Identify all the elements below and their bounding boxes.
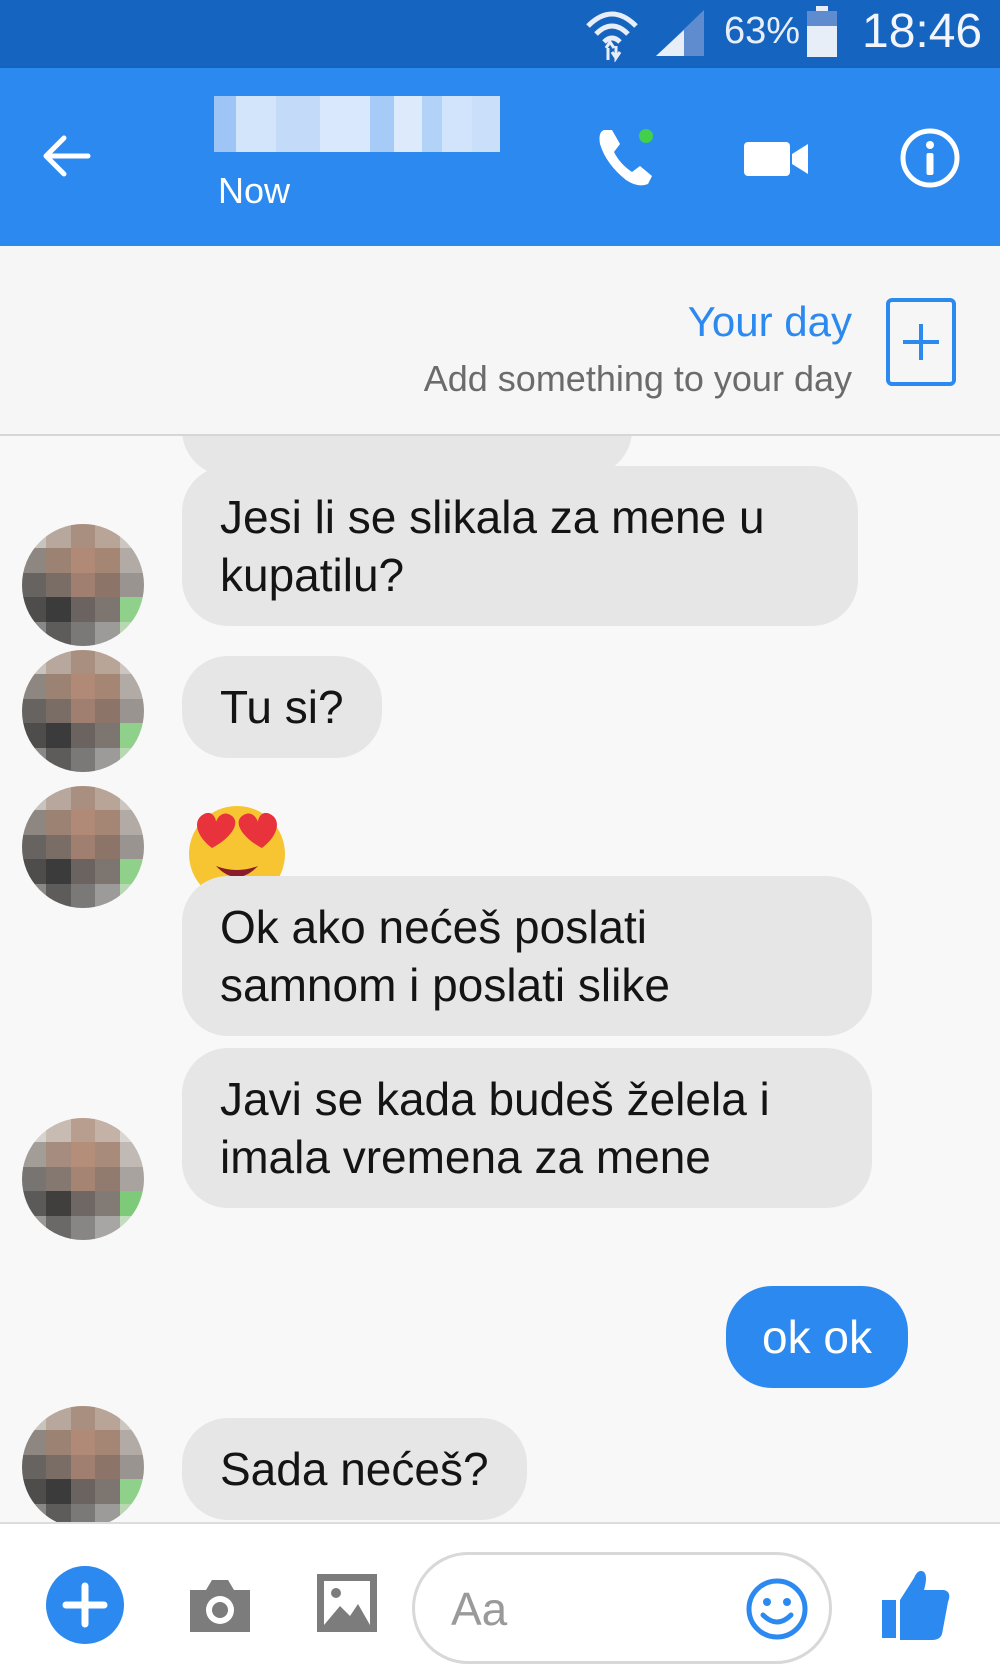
message-composer (0, 1522, 1000, 1679)
avatar[interactable] (22, 650, 144, 772)
video-camera-icon[interactable] (740, 120, 816, 196)
message-bubble[interactable]: Javi se kada budeš želela i imala vremen… (182, 1048, 872, 1208)
message-bubble[interactable]: Ok ako nećeš poslati samnom i poslati sl… (182, 876, 872, 1036)
plus-icon (903, 324, 939, 360)
emoji-icon[interactable] (743, 1575, 811, 1643)
message-input[interactable] (451, 1577, 751, 1641)
signal-icon (656, 10, 704, 56)
message-list[interactable]: Jesi li se slikala za mene u kupatilu? T… (0, 436, 1000, 1522)
battery-icon (807, 6, 837, 57)
contact-name-pixelated[interactable] (214, 96, 500, 152)
add-story-button[interactable] (886, 298, 956, 386)
more-actions-button[interactable] (46, 1566, 124, 1644)
message-bubble[interactable]: Sada nećeš? (182, 1418, 527, 1520)
back-arrow-icon[interactable] (36, 126, 96, 186)
clock: 18:46 (862, 5, 983, 58)
thumbs-up-icon[interactable] (880, 1564, 952, 1644)
gallery-icon[interactable] (314, 1568, 380, 1638)
avatar[interactable] (22, 524, 144, 646)
avatar[interactable] (22, 1118, 144, 1240)
camera-icon[interactable] (184, 1570, 256, 1638)
avatar[interactable] (22, 1406, 144, 1522)
your-day-banner[interactable]: Your day Add something to your day (0, 246, 1000, 436)
status-bar: 63% 18:46 (0, 0, 1000, 68)
conversation-header: Now (0, 68, 1000, 246)
battery-percentage: 63% (724, 10, 801, 52)
message-bubble[interactable]: Tu si? (182, 656, 382, 758)
plus-icon (62, 1582, 108, 1628)
avatar[interactable] (22, 786, 144, 908)
your-day-subtitle: Add something to your day (423, 358, 852, 399)
info-icon[interactable] (892, 120, 968, 196)
message-input-container[interactable] (412, 1552, 832, 1664)
message-bubble[interactable]: Jesi li se slikala za mene u kupatilu? (182, 466, 858, 626)
wifi-icon (586, 11, 638, 62)
phone-call-icon[interactable] (590, 120, 666, 196)
your-day-title[interactable]: Your day (688, 298, 852, 346)
active-status: Now (218, 170, 291, 211)
message-bubble-outgoing[interactable]: ok ok (726, 1286, 908, 1388)
